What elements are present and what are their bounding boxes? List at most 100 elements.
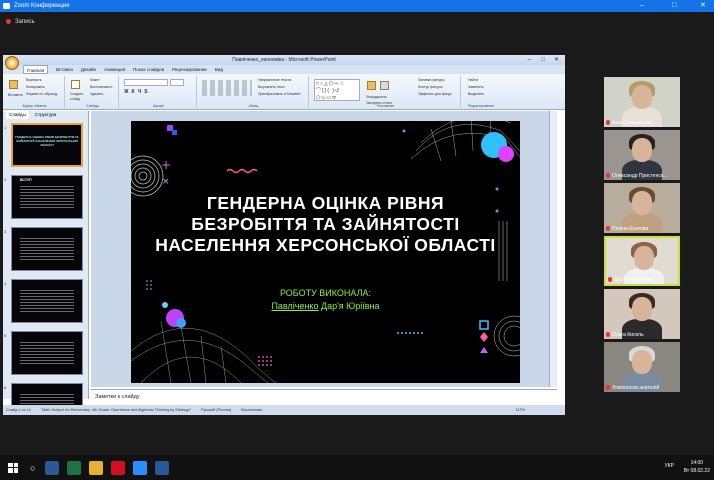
- clock-date: Вт 08.02.22: [683, 468, 710, 474]
- participant-video-tile[interactable]: Олександр Пристенск...: [604, 130, 680, 180]
- muted-mic-icon: [606, 385, 610, 391]
- ppt-maximize-button[interactable]: □: [541, 55, 545, 65]
- new-slide-button[interactable]: Создать слайд: [67, 92, 87, 102]
- select-button[interactable]: Выделить: [465, 91, 484, 98]
- search-icon[interactable]: ○: [30, 463, 35, 473]
- status-item: Слайд 1 из 14: [6, 408, 31, 412]
- text-direction-button[interactable]: Направление текста: [255, 77, 300, 84]
- ppt-minimize-button[interactable]: –: [528, 55, 531, 65]
- author-label: РОБОТУ ВИКОНАЛА:: [279, 288, 372, 298]
- participant-video-tile[interactable]: Анна Грановская: [604, 77, 680, 127]
- word-icon[interactable]: [45, 460, 60, 475]
- font-style-buttons[interactable]: ЖКЧS: [124, 89, 151, 95]
- excel-icon[interactable]: [67, 460, 82, 475]
- paragraph-buttons[interactable]: [202, 80, 252, 96]
- muted-mic-icon: [606, 120, 610, 126]
- shape-effects-button[interactable]: Эффекты для фигур: [415, 91, 452, 98]
- copy-button[interactable]: Копировать: [23, 84, 57, 91]
- slides-group-label: Слайды: [85, 104, 100, 108]
- slide-thumb-number: 4: [4, 281, 7, 286]
- participant-video-tile[interactable]: Дар'я Павліченко: [604, 236, 680, 286]
- ribbon-tab[interactable]: Вставка: [56, 65, 73, 74]
- quick-styles-icon[interactable]: [380, 81, 389, 90]
- participant-video-tile[interactable]: Ольга Кисель: [604, 289, 680, 339]
- ribbon-tab[interactable]: Дизайн: [81, 65, 96, 74]
- delete-button[interactable]: Удалить: [87, 91, 112, 98]
- paragraph-group: Направление текста Выровнять текст Преоб…: [199, 76, 309, 108]
- paste-button[interactable]: Вставить: [5, 92, 23, 99]
- slide-title-line-2: БЕЗРОБІТТЯ ТА ЗАЙНЯТОСТІ: [191, 214, 460, 234]
- slide-scrollbar[interactable]: [549, 111, 557, 387]
- start-button[interactable]: [8, 462, 18, 473]
- participant-face: [632, 85, 652, 109]
- participant-video-tile[interactable]: Поліна Козлова: [604, 183, 680, 233]
- word-icon-2[interactable]: [155, 460, 170, 475]
- muted-mic-icon: [606, 332, 610, 338]
- ribbon: Вырезать Копировать Формат по образцу Вс…: [3, 74, 565, 110]
- shape-outline-button[interactable]: Контур фигуры: [415, 84, 452, 91]
- opera-icon[interactable]: [111, 460, 126, 475]
- ppt-window-title: Павліченко_економіка - Microsoft PowerPo…: [232, 57, 336, 63]
- participant-name-text: Дар'я Павліченко: [614, 277, 655, 283]
- ribbon-tab[interactable]: Вид: [215, 65, 223, 74]
- new-slide-icon[interactable]: [71, 80, 80, 89]
- thumb-text-block: [20, 290, 74, 312]
- thumb-label: ВСТУП: [20, 178, 32, 182]
- tray-icons[interactable]: УКР: [665, 463, 674, 469]
- ppt-titlebar: Павліченко_економіка - Microsoft PowerPo…: [3, 55, 565, 65]
- ppt-close-button[interactable]: ✕: [554, 55, 559, 65]
- slide-thumbnail[interactable]: ГЕНДЕРНА ОЦІНКА РІВНЯ БЕЗРОБІТТЯ ТА ЗАЙН…: [11, 123, 83, 167]
- maximize-button[interactable]: □: [672, 0, 676, 12]
- format-painter-button[interactable]: Формат по образцу: [23, 91, 57, 98]
- paste-icon[interactable]: [9, 80, 18, 89]
- participant-name: Олександр Пристенск...: [606, 173, 667, 179]
- participant-name: Ломоносов анатолій: [606, 385, 659, 391]
- current-slide[interactable]: + × ГЕНДЕРНА ОЦІНКА РІВНЯ БЕЗРОБІТТЯ ТА …: [131, 121, 520, 383]
- office-button[interactable]: [5, 56, 19, 70]
- clock-time: 14:00: [690, 460, 704, 466]
- chrome-icon[interactable]: [89, 460, 104, 475]
- tray-language[interactable]: УКР: [665, 463, 674, 469]
- clipboard-group: Вырезать Копировать Формат по образцу Вс…: [5, 76, 65, 108]
- layout-button[interactable]: Макет: [87, 77, 112, 84]
- tab-outline[interactable]: Структура: [35, 111, 56, 119]
- find-button[interactable]: Найти: [465, 77, 484, 84]
- cut-button[interactable]: Вырезать: [23, 77, 57, 84]
- ribbon-tab[interactable]: Показ слайдов: [133, 65, 164, 74]
- slide-thumbnail[interactable]: [11, 227, 83, 271]
- replace-button[interactable]: Заменить: [465, 84, 484, 91]
- slide-thumbnail[interactable]: [11, 331, 83, 375]
- slide-thumbnail[interactable]: ВСТУП: [11, 175, 83, 219]
- reset-button[interactable]: Восстановить: [87, 84, 112, 91]
- slide-thumb-number: 6: [4, 385, 7, 390]
- slide-thumbnail[interactable]: [11, 279, 83, 323]
- drawing-group-label: Рисование: [376, 104, 395, 108]
- status-item: Русский (Россия): [201, 408, 232, 412]
- font-size-select[interactable]: [170, 79, 184, 86]
- notes-pane[interactable]: Заметки к слайду: [91, 389, 557, 403]
- thumb-title: ГЕНДЕРНА ОЦІНКА РІВНЯ БЕЗРОБІТТЯ ТА ЗАЙН…: [15, 135, 79, 147]
- clock[interactable]: 14:00 Вт 08.02.22: [684, 459, 710, 475]
- ribbon-tab[interactable]: Рецензирование: [172, 65, 207, 74]
- arrange-icon[interactable]: [367, 81, 376, 90]
- participant-name-text: Поліна Козлова: [612, 226, 649, 232]
- close-button[interactable]: ✕: [700, 0, 706, 12]
- participant-face: [632, 350, 652, 374]
- recording-indicator[interactable]: Запись: [6, 19, 35, 25]
- ribbon-tab[interactable]: Главная: [23, 65, 49, 74]
- shapes-gallery[interactable]: □○△⬡⇨☆ ⌒{}( )↺ ⬠◇▭⬭: [314, 79, 360, 101]
- minimize-button[interactable]: –: [640, 0, 644, 12]
- ribbon-tab[interactable]: Анимация: [104, 65, 125, 74]
- author-given-names: Дар'я Юріївна: [318, 301, 380, 311]
- slides-group: Создать слайд Макет Восстановить Удалить…: [67, 76, 119, 108]
- tab-slides[interactable]: Слайды: [6, 111, 29, 119]
- svg-text:×: ×: [162, 177, 170, 187]
- align-text-button[interactable]: Выровнять текст: [255, 84, 300, 91]
- participant-video-tile[interactable]: Ломоносов анатолій: [604, 342, 680, 392]
- zoom-icon[interactable]: [133, 460, 148, 475]
- editing-group: Найти Заменить Выделить Редактирование: [463, 76, 499, 108]
- smartart-button[interactable]: Преобразовать в SmartArt: [255, 91, 300, 98]
- font-family-select[interactable]: [124, 79, 168, 86]
- shape-fill-button[interactable]: Заливка фигуры: [415, 77, 452, 84]
- participant-name-text: Ломоносов анатолій: [612, 385, 660, 391]
